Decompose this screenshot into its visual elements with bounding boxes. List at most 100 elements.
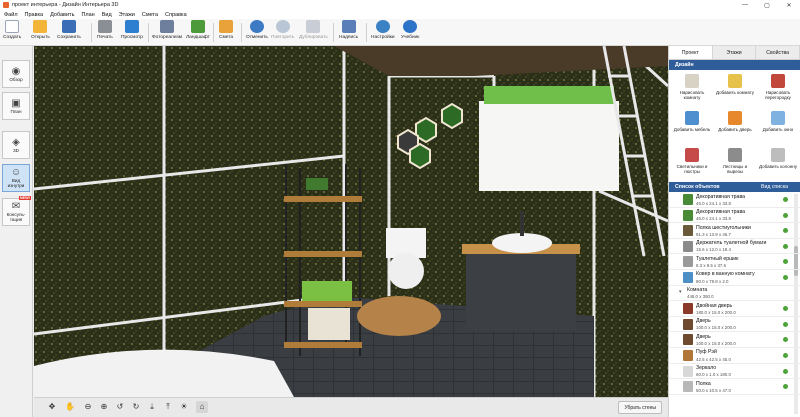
landscape-button[interactable]: Ландшафт [186,20,210,45]
object-row[interactable]: Пуф Рэй 42.5 x 42.5 x 45.0 [669,348,800,364]
visibility-icon[interactable] [783,352,788,358]
label-button[interactable]: Надпись [339,20,358,45]
expand-icon[interactable]: ▾ [679,289,682,295]
draw-partition-button[interactable]: Нарисовать перегородку [758,72,798,107]
furniture-icon [685,111,699,125]
visibility-icon[interactable] [783,197,788,202]
tilt-down-icon[interactable]: ⤓ [146,401,158,413]
object-row[interactable]: Туалетный ершик 8.3 x 8.5 x 37.6 [669,254,800,270]
object-dimensions: 8.3 x 8.5 x 37.6 [696,262,727,268]
menu-estimate[interactable]: Смета [142,12,158,18]
bathroom-3d-scene [34,46,668,397]
visibility-icon[interactable] [783,274,788,280]
object-row[interactable]: Дверь 100.0 x 15.0 x 200.0 [669,332,800,348]
menu-help[interactable]: Справка [165,12,187,18]
visibility-icon[interactable] [783,306,788,312]
tilt-up-icon[interactable]: ⤒ [162,401,174,413]
object-row[interactable]: Зеркало 60.0 x 1.0 x 180.0 [669,364,800,380]
tutorial-button[interactable]: Учебник [401,20,419,45]
rotate-left-icon[interactable]: ↺ [114,401,126,413]
eye-icon: ◉ [11,65,21,77]
menu-plan[interactable]: План [81,12,94,18]
minimize-button[interactable]: — [734,0,756,10]
visibility-icon[interactable] [783,384,788,390]
tab-properties[interactable]: Свойства [756,46,800,59]
toilet-bowl [388,253,424,289]
add-column-button[interactable]: Добавить колонну [758,146,798,181]
settings-button[interactable]: Настройки [371,20,395,45]
add-room-button[interactable]: Добавить комнату [715,72,755,107]
visibility-icon[interactable] [783,243,788,249]
photorealism-button[interactable]: Фотореализм [152,20,182,45]
open-button[interactable]: Открыть [31,20,50,45]
draw-room-button[interactable]: Нарисовать комнату [672,72,712,107]
tab-floors[interactable]: Этажи [712,46,757,59]
visibility-icon[interactable] [783,259,788,265]
redo-button[interactable]: Повторить [271,20,294,45]
visibility-icon[interactable] [783,337,788,343]
object-row[interactable]: Ковер в ванную комнату 80.0 x 79.8 x 2.0 [669,270,800,286]
object-dimensions: 80.0 x 79.8 x 2.0 [696,278,729,284]
home-icon[interactable]: ⌂ [196,401,208,413]
grass-planter [484,86,614,104]
add-furniture-button[interactable]: Добавить мебель [672,109,712,144]
rotate-right-icon[interactable]: ↻ [130,401,142,413]
preview-button[interactable]: Просмотр [121,20,143,45]
interior-view-button[interactable]: ☺ Вид изнутри [2,164,30,192]
lamp-icon [685,148,699,162]
add-door-button[interactable]: Добавить дверь [715,109,755,144]
menu-edit[interactable]: Правка [25,12,44,18]
menu-file[interactable]: Файл [4,12,18,18]
lights-button[interactable]: Светильники и люстры [672,146,712,181]
object-row[interactable]: Декоративная трава 46.0 x 24.1 x 33.8 [669,192,800,208]
design-section-title: Дизайн [669,60,800,70]
menu-floors[interactable]: Этажи [119,12,135,18]
object-row[interactable]: Дверь 100.0 x 15.0 x 200.0 [669,317,800,333]
save-button[interactable]: Сохранить [57,20,81,45]
print-button[interactable]: Печать [97,20,113,45]
hand-icon[interactable]: ✋ [64,401,76,413]
undo-button[interactable]: Отменить [246,20,268,45]
close-button[interactable]: ✕ [778,0,800,10]
list-view-toggle[interactable]: Вид списка [761,182,788,192]
add-window-button[interactable]: Добавить окно [758,109,798,144]
object-row[interactable]: Держатель туалетной бумаги 15.6 x 12.0 x … [669,239,800,255]
toolbar-separator [241,23,242,42]
object-row[interactable]: Декоративная трава 46.0 x 24.1 x 33.8 [669,208,800,224]
object-row[interactable]: Полка 50.0 x 10.5 x 47.0 [669,379,800,395]
3d-view-button[interactable]: ◈ 3D [2,131,30,159]
3d-viewport[interactable] [34,46,668,397]
stairs-button[interactable]: Лестницы и вырезы [715,146,755,181]
app-icon [3,2,9,8]
menu-add[interactable]: Добавить [50,12,74,18]
create-button[interactable]: Создать [3,20,21,45]
zoom-out-icon[interactable]: ⊖ [82,401,94,413]
visibility-icon[interactable] [783,321,788,327]
object-row[interactable]: Двойная дверь 180.0 x 15.0 x 200.0 [669,301,800,317]
visibility-icon[interactable] [783,228,788,234]
object-name: Декоративная трава [696,209,746,216]
duplicate-button[interactable]: Дублировать [299,20,328,45]
object-thumbnail [683,349,693,361]
lightbulb-icon[interactable]: ☀ [178,401,190,413]
consultation-button[interactable]: ✉ Консуль-тация NEW! [2,196,31,226]
estimate-button[interactable]: Смета [219,20,233,45]
remove-walls-button[interactable]: Убрать стены [618,401,662,414]
zoom-in-icon[interactable]: ⊕ [98,401,110,413]
object-thumbnail [683,303,693,315]
visibility-icon[interactable] [783,368,788,374]
pan-icon[interactable]: ✥ [46,401,58,413]
menu-view[interactable]: Вид [102,12,112,18]
maximize-button[interactable]: ▢ [756,0,778,10]
green-towels [302,281,352,301]
object-row[interactable]: Полка шестиугольники 91.3 x 13.9 x 46.7 [669,223,800,239]
toolbar-separator [213,23,214,42]
object-name: Полка шестиугольники [696,224,751,231]
visibility-icon[interactable] [783,212,788,218]
overview-button[interactable]: ◉ Обзор [2,60,30,88]
object-thumbnail [683,381,693,393]
chat-icon: ✉ [11,201,21,212]
object-group-row[interactable]: ▾ Комната 446.0 x 350.0 [669,286,800,302]
plan-button[interactable]: ▣ План [2,92,30,120]
tab-project[interactable]: Проект [669,46,713,59]
